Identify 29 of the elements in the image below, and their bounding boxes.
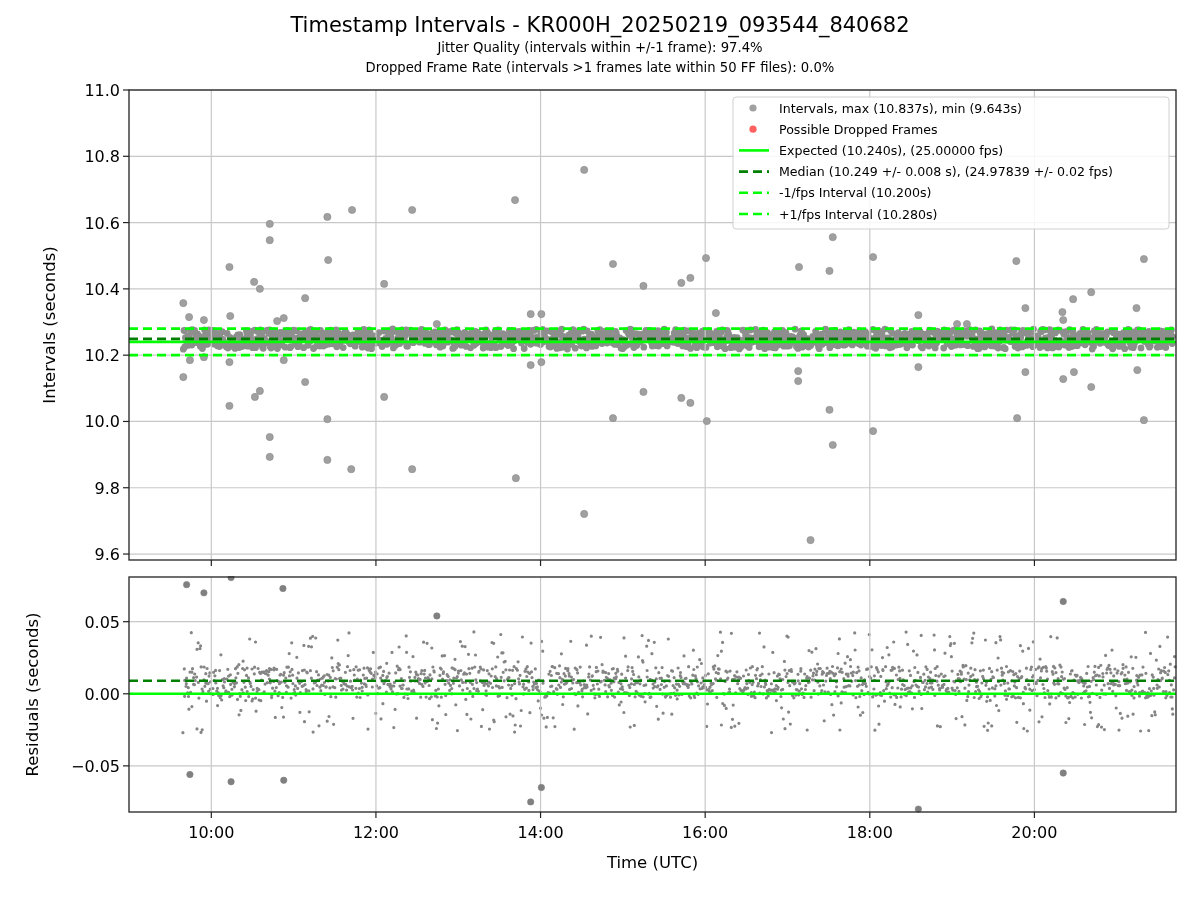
legend-label: Possible Dropped Frames [779, 121, 938, 137]
y-tick-label: 9.8 [94, 478, 120, 498]
x-tick-label: 18:00 [846, 823, 893, 842]
y-tick-label: 10.0 [84, 412, 120, 432]
y-tick-label: 0.05 [84, 612, 120, 632]
x-tick-label: 20:00 [1011, 823, 1058, 842]
y-tick-label: 9.6 [94, 545, 120, 565]
y-tick-label: 11.0 [84, 81, 120, 100]
y-axis-label: Intervals (seconds) [40, 246, 59, 404]
y-tick-label: 10.2 [84, 346, 120, 366]
y-tick-label: 0.00 [84, 684, 120, 704]
y-tick-label: −0.05 [70, 756, 120, 776]
figure-subtitle: Jitter Quality (intervals within +/-1 frame): 97.4% [437, 39, 763, 57]
legend-label: Intervals, max (10.837s), min (9.643s) [779, 100, 1022, 116]
x-tick-label: 10:00 [188, 823, 235, 842]
y-tick-label: 10.6 [84, 213, 120, 233]
x-tick-label: 16:00 [682, 823, 729, 842]
legend-label: Median (10.249 +/- 0.008 s), (24.97839 +/- 0.02 fps) [779, 164, 1113, 180]
y-axis-label: Residuals (seconds) [23, 612, 42, 777]
y-tick-label: 10.4 [84, 279, 120, 299]
legend-label: Expected (10.240s), (25.00000 fps) [779, 142, 1004, 158]
figure-subtitle: Dropped Frame Rate (intervals >1 frames late within 50 FF files): 0.0% [365, 59, 835, 77]
x-tick-label: 12:00 [352, 823, 399, 842]
x-axis-label: Time (UTC) [606, 853, 699, 872]
x-tick-label: 14:00 [517, 823, 564, 842]
legend-label: +1/fps Interval (10.280s) [779, 206, 938, 222]
figure-title: Timestamp Intervals - KR000H_20250219_093544_840682 [290, 12, 910, 38]
y-tick-label: 10.8 [84, 147, 120, 167]
legend-label: -1/fps Interval (10.200s) [779, 185, 932, 201]
